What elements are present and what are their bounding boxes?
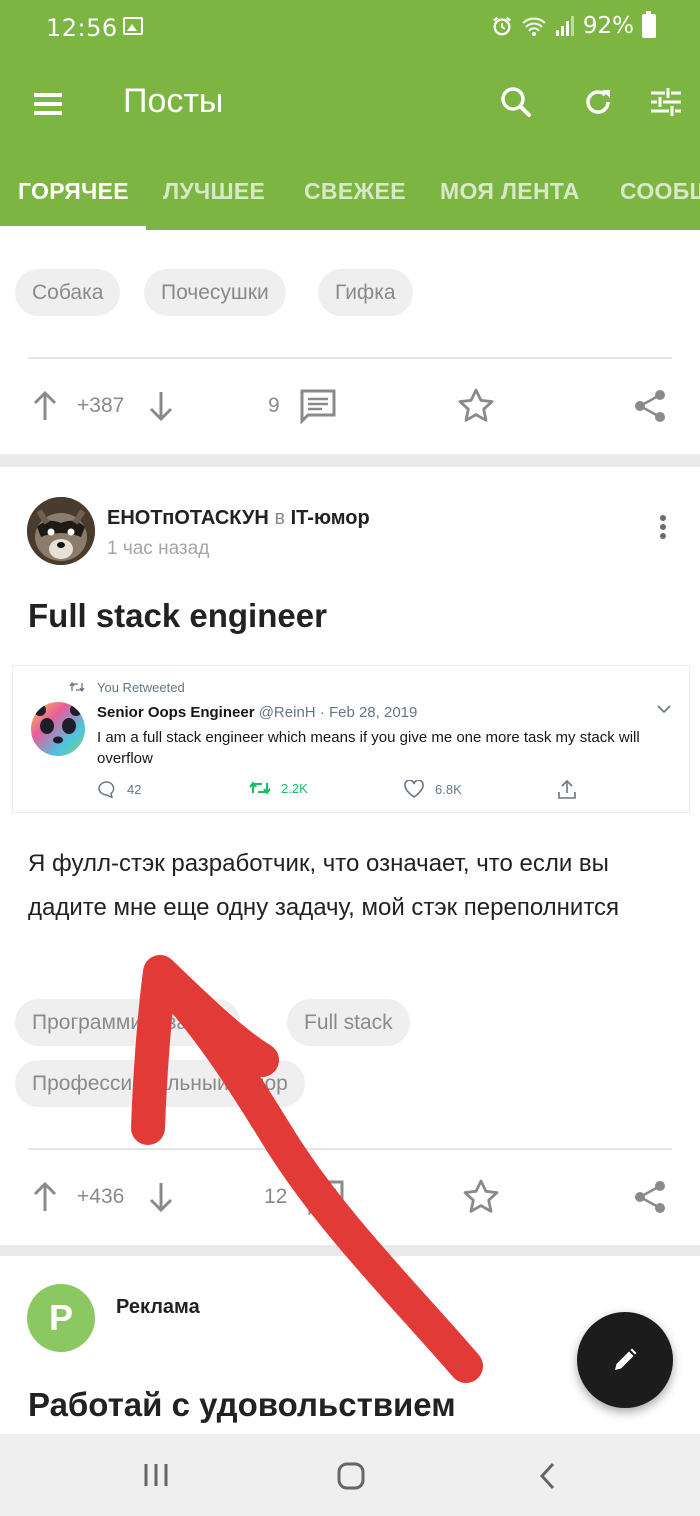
author-name[interactable]: ЕНОТпОТАСКУН [107,507,269,529]
tab-bar: ГОРЯЧЕЕ ЛУЧШЕЕ СВЕЖЕЕ МОЯ ЛЕНТА СООБЩЕСТ… [0,166,700,230]
tag-chip[interactable]: Почесушки [144,269,286,316]
tweet-reply: 42 [97,780,141,798]
tweet-like: 6.8K [403,780,462,798]
recents-icon[interactable] [142,1462,170,1488]
comment-icon[interactable] [307,1179,345,1215]
tweet-retweet-count: 2.2K [281,780,308,796]
system-nav-bar [0,1434,700,1516]
back-icon[interactable] [538,1462,558,1490]
chevron-down-icon [657,705,671,714]
signal-icon [555,16,574,36]
author-line: ЕНОТпОТАСКУН в IT-юмор [107,507,370,530]
tweet-screenshot-image: You Retweeted Senior Oops Engineer @Rein… [12,665,690,813]
raccoon-avatar-image [27,497,95,565]
image-notification-icon [123,17,143,35]
tab-communities[interactable]: СООБЩЕСТВА [620,166,700,230]
retweet-icon [249,781,271,795]
tab-my-feed[interactable]: МОЯ ЛЕНТА [440,166,580,230]
tweet-like-count: 6.8K [435,781,462,797]
arrow-down-icon[interactable] [148,1181,174,1213]
tweet-reply-count: 42 [127,781,142,797]
star-icon[interactable] [461,1177,501,1217]
home-icon[interactable] [337,1462,365,1490]
tag-chip[interactable]: Программирование [15,999,241,1046]
community-name[interactable]: IT-юмор [291,507,370,529]
app-bar: Посты ГОРЯЧЕЕ ЛУЧШЕЕ СВЕЖЕЕ МОЯ ЛЕНТА СО… [0,58,700,230]
arrow-down-icon[interactable] [148,390,174,422]
tweet-header: Senior Oops Engineer @ReinH · Feb 28, 20… [97,704,417,721]
tab-fresh[interactable]: СВЕЖЕЕ [304,166,406,230]
post-title[interactable]: Full stack engineer [28,597,327,635]
tag-chip[interactable]: Гифка [318,269,413,316]
status-bar: 12:56 92% [0,0,700,58]
in-label: в [274,507,286,529]
status-time: 12:56 [46,14,118,42]
tweet-text: I am a full stack engineer which means i… [97,729,640,767]
create-post-button[interactable] [577,1312,673,1408]
comment-count: 9 [268,394,280,417]
comment-count: 12 [264,1185,288,1208]
reply-icon [98,781,115,798]
post-score: +436 [77,1185,125,1208]
post-actions: +436 12 [0,1169,700,1229]
tweet-retweet: 2.2K [249,780,308,796]
status-icons: 92% [491,11,656,39]
wifi-icon [522,17,546,36]
divider [28,357,672,359]
share-icon[interactable] [632,388,668,424]
tab-best[interactable]: ЛУЧШЕЕ [163,166,265,230]
ad-label: Реклама [116,1296,200,1318]
post-actions: +387 9 [0,378,700,438]
post-body-text: Я фулл-стэк разработчик, что означает, ч… [28,850,620,921]
tweet-author-name: Senior Oops Engineer [97,704,255,721]
heart-icon [404,780,424,798]
comment-icon[interactable] [299,388,337,424]
arrow-up-icon[interactable] [32,390,58,422]
tag-chip[interactable]: Full stack [287,999,410,1046]
tweet-avatar [31,702,85,756]
page-title: Посты [123,82,224,120]
post-card-1: Собака Почесушки Гифка +387 9 [0,230,700,454]
tweet-meta: @ReinH · Feb 28, 2019 [258,704,418,721]
divider [28,1148,672,1150]
retweet-small-icon [69,681,85,693]
tag-chip[interactable]: Профессиональный юмор [15,1060,305,1107]
tab-hot[interactable]: ГОРЯЧЕЕ [18,166,129,230]
retweet-label: You Retweeted [97,680,185,695]
author-avatar[interactable] [27,497,95,565]
ad-title[interactable]: Работай с удовольствием [28,1386,456,1424]
arrow-up-icon[interactable] [32,1181,58,1213]
share-icon[interactable] [632,1179,668,1215]
refresh-icon[interactable] [578,82,618,122]
more-vertical-icon[interactable] [655,512,671,542]
filter-icon[interactable] [646,82,686,122]
menu-icon[interactable] [34,93,64,115]
ad-avatar[interactable]: P [27,1284,95,1352]
search-icon[interactable] [496,82,536,122]
battery-icon [642,11,656,38]
post-card-2: ЕНОТпОТАСКУН в IT-юмор 1 час назад Full … [0,467,700,1245]
alarm-icon [492,16,511,36]
battery-percent: 92% [582,13,634,39]
post-score: +387 [77,394,125,417]
tag-chip[interactable]: Собака [15,269,121,316]
star-icon[interactable] [456,386,496,426]
post-time: 1 час назад [107,538,210,559]
upload-icon [558,780,576,799]
pencil-icon [615,1348,637,1370]
